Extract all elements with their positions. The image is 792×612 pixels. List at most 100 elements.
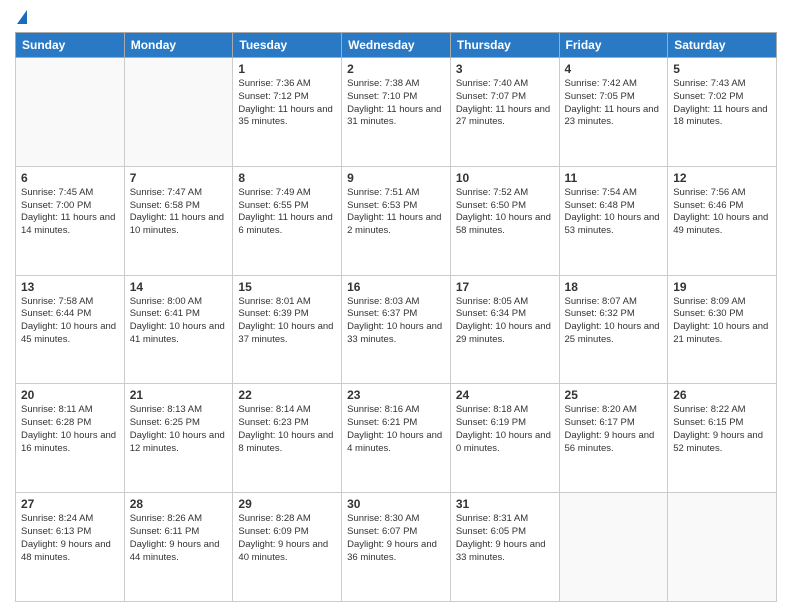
- day-number: 5: [673, 62, 771, 76]
- day-number: 13: [21, 280, 119, 294]
- logo: [15, 10, 27, 26]
- day-number: 12: [673, 171, 771, 185]
- day-header-sunday: Sunday: [16, 33, 125, 58]
- day-detail: Sunrise: 7:56 AMSunset: 6:46 PMDaylight:…: [673, 187, 771, 238]
- week-row-4: 20 Sunrise: 8:11 AMSunset: 6:28 PMDayligh…: [16, 384, 777, 493]
- day-detail: Sunrise: 8:09 AMSunset: 6:30 PMDaylight:…: [673, 296, 771, 347]
- day-detail: Sunrise: 7:36 AMSunset: 7:12 PMDaylight:…: [238, 78, 336, 129]
- calendar-cell: 27 Sunrise: 8:24 AMSunset: 6:13 PMDayligh…: [16, 493, 125, 602]
- calendar-cell: 6 Sunrise: 7:45 AMSunset: 7:00 PMDaylight…: [16, 166, 125, 275]
- calendar-cell: [668, 493, 777, 602]
- day-detail: Sunrise: 8:07 AMSunset: 6:32 PMDaylight:…: [565, 296, 663, 347]
- day-detail: Sunrise: 7:52 AMSunset: 6:50 PMDaylight:…: [456, 187, 554, 238]
- day-number: 21: [130, 388, 228, 402]
- day-number: 27: [21, 497, 119, 511]
- calendar-cell: 24Sunrise: 8:18 AMSunset: 6:19 PMDayligh…: [450, 384, 559, 493]
- day-number: 26: [673, 388, 771, 402]
- week-row-2: 6 Sunrise: 7:45 AMSunset: 7:00 PMDaylight…: [16, 166, 777, 275]
- calendar-cell: 20 Sunrise: 8:11 AMSunset: 6:28 PMDayligh…: [16, 384, 125, 493]
- day-detail: Sunrise: 8:24 AMSunset: 6:13 PMDaylight:…: [21, 513, 119, 564]
- calendar-cell: 26 Sunrise: 8:22 AMSunset: 6:15 PMDayligh…: [668, 384, 777, 493]
- day-number: 31: [456, 497, 554, 511]
- calendar-cell: 17 Sunrise: 8:05 AMSunset: 6:34 PMDayligh…: [450, 275, 559, 384]
- day-number: 23: [347, 388, 445, 402]
- day-detail: Sunrise: 8:16 AMSunset: 6:21 PMDaylight:…: [347, 404, 445, 455]
- calendar-table: SundayMondayTuesdayWednesdayThursdayFrid…: [15, 32, 777, 602]
- day-number: 18: [565, 280, 663, 294]
- day-detail: Sunrise: 7:42 AMSunset: 7:05 PMDaylight:…: [565, 78, 663, 129]
- day-detail: Sunrise: 7:45 AMSunset: 7:00 PMDaylight:…: [21, 187, 119, 238]
- day-detail: Sunrise: 8:31 AMSunset: 6:05 PMDaylight:…: [456, 513, 554, 564]
- day-detail: Sunrise: 7:38 AMSunset: 7:10 PMDaylight:…: [347, 78, 445, 129]
- day-header-thursday: Thursday: [450, 33, 559, 58]
- calendar-cell: 2 Sunrise: 7:38 AMSunset: 7:10 PMDaylight…: [342, 58, 451, 167]
- calendar-cell: 29 Sunrise: 8:28 AMSunset: 6:09 PMDayligh…: [233, 493, 342, 602]
- calendar-cell: 15 Sunrise: 8:01 AMSunset: 6:39 PMDayligh…: [233, 275, 342, 384]
- day-number: 25: [565, 388, 663, 402]
- day-detail: Sunrise: 8:05 AMSunset: 6:34 PMDaylight:…: [456, 296, 554, 347]
- day-detail: Sunrise: 8:30 AMSunset: 6:07 PMDaylight:…: [347, 513, 445, 564]
- day-detail: Sunrise: 8:18 AMSunset: 6:19 PMDaylight:…: [456, 404, 554, 455]
- week-row-5: 27 Sunrise: 8:24 AMSunset: 6:13 PMDayligh…: [16, 493, 777, 602]
- calendar-cell: [559, 493, 668, 602]
- week-row-3: 13 Sunrise: 7:58 AMSunset: 6:44 PMDayligh…: [16, 275, 777, 384]
- week-row-1: 1Sunrise: 7:36 AMSunset: 7:12 PMDaylight…: [16, 58, 777, 167]
- day-number: 20: [21, 388, 119, 402]
- day-detail: Sunrise: 8:20 AMSunset: 6:17 PMDaylight:…: [565, 404, 663, 455]
- calendar-cell: 4 Sunrise: 7:42 AMSunset: 7:05 PMDaylight…: [559, 58, 668, 167]
- day-detail: Sunrise: 8:28 AMSunset: 6:09 PMDaylight:…: [238, 513, 336, 564]
- day-header-friday: Friday: [559, 33, 668, 58]
- day-header-wednesday: Wednesday: [342, 33, 451, 58]
- day-detail: Sunrise: 7:40 AMSunset: 7:07 PMDaylight:…: [456, 78, 554, 129]
- day-number: 17: [456, 280, 554, 294]
- calendar-header-row: SundayMondayTuesdayWednesdayThursdayFrid…: [16, 33, 777, 58]
- day-number: 3: [456, 62, 554, 76]
- day-number: 7: [130, 171, 228, 185]
- day-number: 29: [238, 497, 336, 511]
- day-number: 16: [347, 280, 445, 294]
- calendar-cell: 22Sunrise: 8:14 AMSunset: 6:23 PMDayligh…: [233, 384, 342, 493]
- calendar-cell: 23 Sunrise: 8:16 AMSunset: 6:21 PMDayligh…: [342, 384, 451, 493]
- day-detail: Sunrise: 8:14 AMSunset: 6:23 PMDaylight:…: [238, 404, 336, 455]
- day-header-tuesday: Tuesday: [233, 33, 342, 58]
- calendar-cell: 9Sunrise: 7:51 AMSunset: 6:53 PMDaylight…: [342, 166, 451, 275]
- day-detail: Sunrise: 7:54 AMSunset: 6:48 PMDaylight:…: [565, 187, 663, 238]
- day-number: 14: [130, 280, 228, 294]
- calendar-cell: 19Sunrise: 8:09 AMSunset: 6:30 PMDayligh…: [668, 275, 777, 384]
- calendar-cell: 1Sunrise: 7:36 AMSunset: 7:12 PMDaylight…: [233, 58, 342, 167]
- day-number: 30: [347, 497, 445, 511]
- day-header-saturday: Saturday: [668, 33, 777, 58]
- day-number: 15: [238, 280, 336, 294]
- day-detail: Sunrise: 8:13 AMSunset: 6:25 PMDaylight:…: [130, 404, 228, 455]
- day-number: 11: [565, 171, 663, 185]
- day-number: 6: [21, 171, 119, 185]
- logo-triangle-icon: [17, 10, 27, 24]
- calendar-cell: 14Sunrise: 8:00 AMSunset: 6:41 PMDayligh…: [124, 275, 233, 384]
- day-number: 4: [565, 62, 663, 76]
- calendar-cell: 30 Sunrise: 8:30 AMSunset: 6:07 PMDayligh…: [342, 493, 451, 602]
- calendar-cell: [16, 58, 125, 167]
- page: SundayMondayTuesdayWednesdayThursdayFrid…: [0, 0, 792, 612]
- day-detail: Sunrise: 8:22 AMSunset: 6:15 PMDaylight:…: [673, 404, 771, 455]
- calendar-cell: 3 Sunrise: 7:40 AMSunset: 7:07 PMDaylight…: [450, 58, 559, 167]
- calendar-cell: 18 Sunrise: 8:07 AMSunset: 6:32 PMDayligh…: [559, 275, 668, 384]
- day-number: 10: [456, 171, 554, 185]
- day-detail: Sunrise: 7:58 AMSunset: 6:44 PMDaylight:…: [21, 296, 119, 347]
- calendar-cell: 10 Sunrise: 7:52 AMSunset: 6:50 PMDayligh…: [450, 166, 559, 275]
- calendar-cell: 13 Sunrise: 7:58 AMSunset: 6:44 PMDayligh…: [16, 275, 125, 384]
- day-header-monday: Monday: [124, 33, 233, 58]
- calendar-cell: [124, 58, 233, 167]
- day-number: 2: [347, 62, 445, 76]
- calendar-cell: 31 Sunrise: 8:31 AMSunset: 6:05 PMDayligh…: [450, 493, 559, 602]
- day-detail: Sunrise: 8:03 AMSunset: 6:37 PMDaylight:…: [347, 296, 445, 347]
- day-detail: Sunrise: 8:01 AMSunset: 6:39 PMDaylight:…: [238, 296, 336, 347]
- calendar-cell: 21 Sunrise: 8:13 AMSunset: 6:25 PMDayligh…: [124, 384, 233, 493]
- calendar-cell: 12 Sunrise: 7:56 AMSunset: 6:46 PMDayligh…: [668, 166, 777, 275]
- calendar-cell: 11 Sunrise: 7:54 AMSunset: 6:48 PMDayligh…: [559, 166, 668, 275]
- day-number: 9: [347, 171, 445, 185]
- day-detail: Sunrise: 8:11 AMSunset: 6:28 PMDaylight:…: [21, 404, 119, 455]
- calendar-cell: 8Sunrise: 7:49 AMSunset: 6:55 PMDaylight…: [233, 166, 342, 275]
- day-detail: Sunrise: 8:26 AMSunset: 6:11 PMDaylight:…: [130, 513, 228, 564]
- day-detail: Sunrise: 7:47 AMSunset: 6:58 PMDaylight:…: [130, 187, 228, 238]
- calendar-cell: 5Sunrise: 7:43 AMSunset: 7:02 PMDaylight…: [668, 58, 777, 167]
